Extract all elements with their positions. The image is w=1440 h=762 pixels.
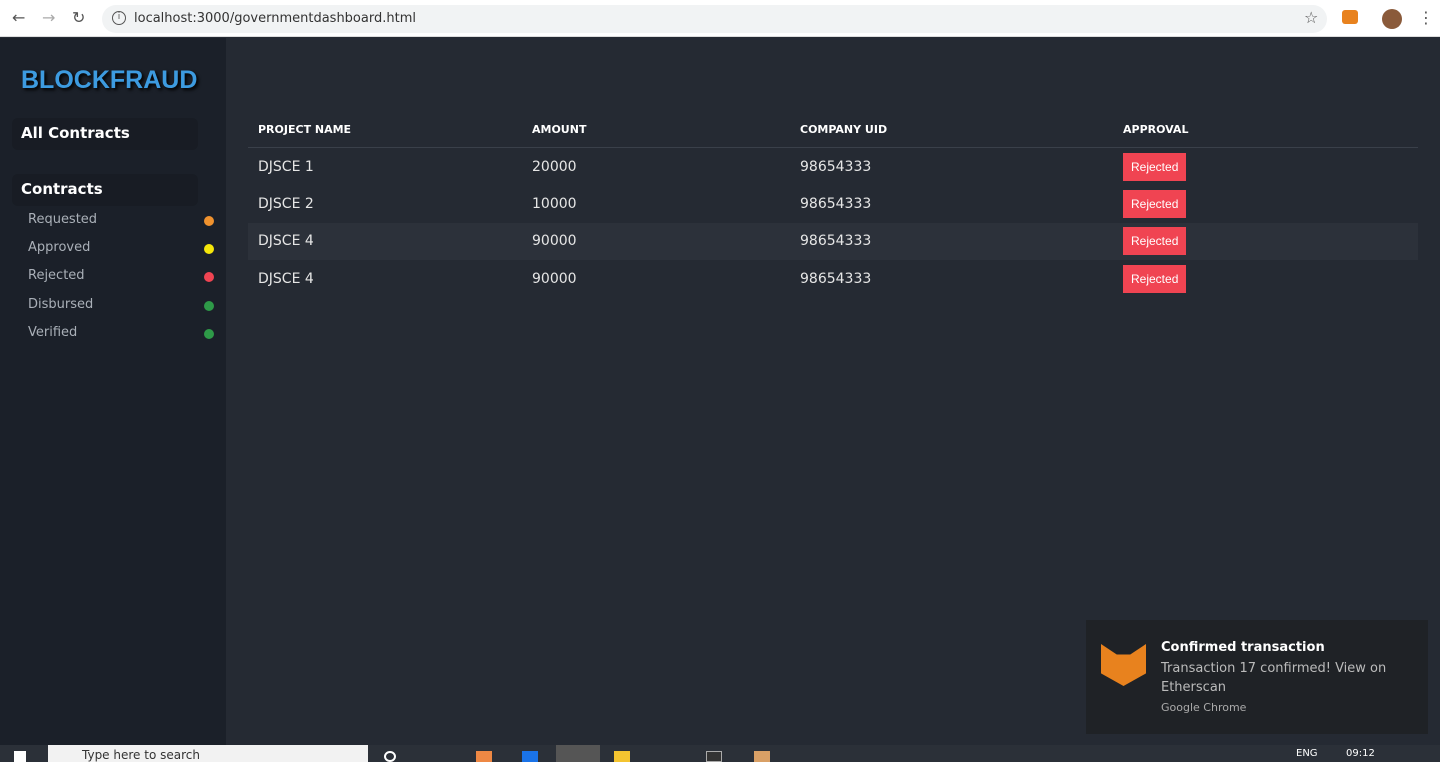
column-header: APPROVAL	[1113, 110, 1418, 148]
table-row: DJSCE 4 90000 98654333 Rejected	[248, 222, 1418, 260]
approval-cell: Rejected	[1113, 222, 1418, 260]
metamask-extension-icon[interactable]	[1342, 10, 1358, 24]
sidebar-item-label: Rejected	[28, 268, 85, 284]
table-cell: 98654333	[800, 158, 872, 175]
sidebar: BLOCKFRAUD All Contracts Contracts Reque…	[0, 38, 226, 745]
taskbar-search[interactable]: Type here to search	[48, 745, 368, 762]
table-cell: DJSCE 4	[248, 222, 522, 260]
taskbar: Type here to search ENG 09:12	[0, 745, 1440, 762]
status-dot-icon	[204, 272, 214, 283]
forward-icon[interactable]: →	[42, 8, 55, 27]
table-cell: 98654333	[800, 270, 872, 287]
back-icon[interactable]: ←	[12, 8, 25, 27]
table-cell: DJSCE 2	[258, 195, 314, 212]
sidebar-item-label: Requested	[28, 212, 98, 227]
clock[interactable]: 09:12	[1346, 748, 1375, 759]
table-cell: 90000	[532, 270, 577, 287]
approval-cell: Rejected	[1113, 148, 1418, 186]
app-icon[interactable]	[754, 751, 770, 762]
kebab-menu-icon[interactable]: ⋮	[1418, 8, 1434, 27]
windows-start-icon[interactable]	[14, 751, 26, 762]
language-indicator[interactable]: ENG	[1296, 748, 1318, 759]
status-dot-icon	[204, 216, 214, 226]
status-dot-icon	[204, 300, 214, 311]
info-icon[interactable]: i	[112, 11, 126, 25]
sidebar-item-disbursed[interactable]: Disbursed	[28, 297, 214, 312]
table-cell: 20000	[532, 158, 577, 175]
status-dot-icon	[204, 328, 214, 339]
table-cell: DJSCE 4	[258, 270, 314, 287]
approval-cell: Rejected	[1113, 260, 1418, 298]
app-icon[interactable]	[476, 751, 492, 762]
cortana-icon[interactable]	[384, 751, 396, 762]
reload-icon[interactable]: ↻	[72, 8, 85, 27]
approval-cell: Rejected	[1113, 185, 1418, 223]
browser-toolbar: ← → ↻ i localhost:3000/governmentdashboa…	[0, 0, 1440, 37]
file-explorer-icon[interactable]	[614, 751, 630, 762]
sidebar-contracts-heading: Contracts	[12, 174, 198, 206]
status-dot-icon	[204, 244, 214, 255]
brand-logo: BLOCKFRAUD	[21, 66, 198, 94]
status-badge[interactable]: Rejected	[1123, 189, 1187, 218]
url-text: localhost:3000/governmentdashboard.html	[134, 11, 416, 26]
table-cell: 90000	[522, 222, 790, 260]
status-badge[interactable]: Rejected	[1123, 152, 1187, 181]
column-header: PROJECT NAME	[248, 110, 522, 148]
sidebar-item-label: Verified	[28, 324, 78, 340]
sidebar-item-label: Disbursed	[28, 296, 94, 312]
status-badge[interactable]: Rejected	[1123, 264, 1187, 293]
bookmark-star-icon[interactable]: ☆	[1304, 8, 1318, 27]
table-row: DJSCE 2 10000 98654333 Rejected	[248, 185, 1418, 223]
sidebar-item-rejected[interactable]: Rejected	[28, 268, 214, 283]
sidebar-item-verified[interactable]: Verified	[28, 325, 214, 340]
table-row: DJSCE 1 20000 98654333 Rejected	[248, 148, 1418, 186]
notification-source: Google Chrome	[1161, 701, 1247, 714]
metamask-fox-icon	[1101, 644, 1146, 686]
notification-message: Transaction 17 confirmed! View on Ethers…	[1161, 661, 1387, 695]
table-cell: 10000	[532, 195, 577, 212]
table-cell: 98654333	[790, 222, 1113, 260]
sidebar-item-label: Approved	[28, 240, 91, 256]
terminal-icon[interactable]	[706, 751, 722, 762]
sidebar-all-contracts[interactable]: All Contracts	[12, 118, 198, 150]
table-row: DJSCE 4 90000 98654333 Rejected	[248, 260, 1418, 298]
status-badge[interactable]: Rejected	[1123, 227, 1187, 256]
column-header: AMOUNT	[522, 110, 790, 148]
chrome-icon[interactable]	[556, 745, 600, 762]
sidebar-item-requested[interactable]: Requested	[28, 212, 214, 227]
notification-title: Confirmed transaction	[1161, 640, 1325, 655]
address-bar[interactable]: i localhost:3000/governmentdashboard.htm…	[102, 5, 1327, 33]
toast-notification[interactable]: Confirmed transaction Transaction 17 con…	[1086, 620, 1428, 734]
table-cell: 98654333	[800, 195, 872, 212]
table-cell: DJSCE 1	[258, 158, 314, 175]
sidebar-item-approved[interactable]: Approved	[28, 240, 214, 255]
profile-avatar[interactable]	[1382, 9, 1402, 29]
contracts-table: PROJECT NAME AMOUNT COMPANY UID APPROVAL…	[248, 110, 1418, 298]
edge-icon[interactable]	[522, 751, 538, 762]
column-header: COMPANY UID	[790, 110, 1113, 148]
